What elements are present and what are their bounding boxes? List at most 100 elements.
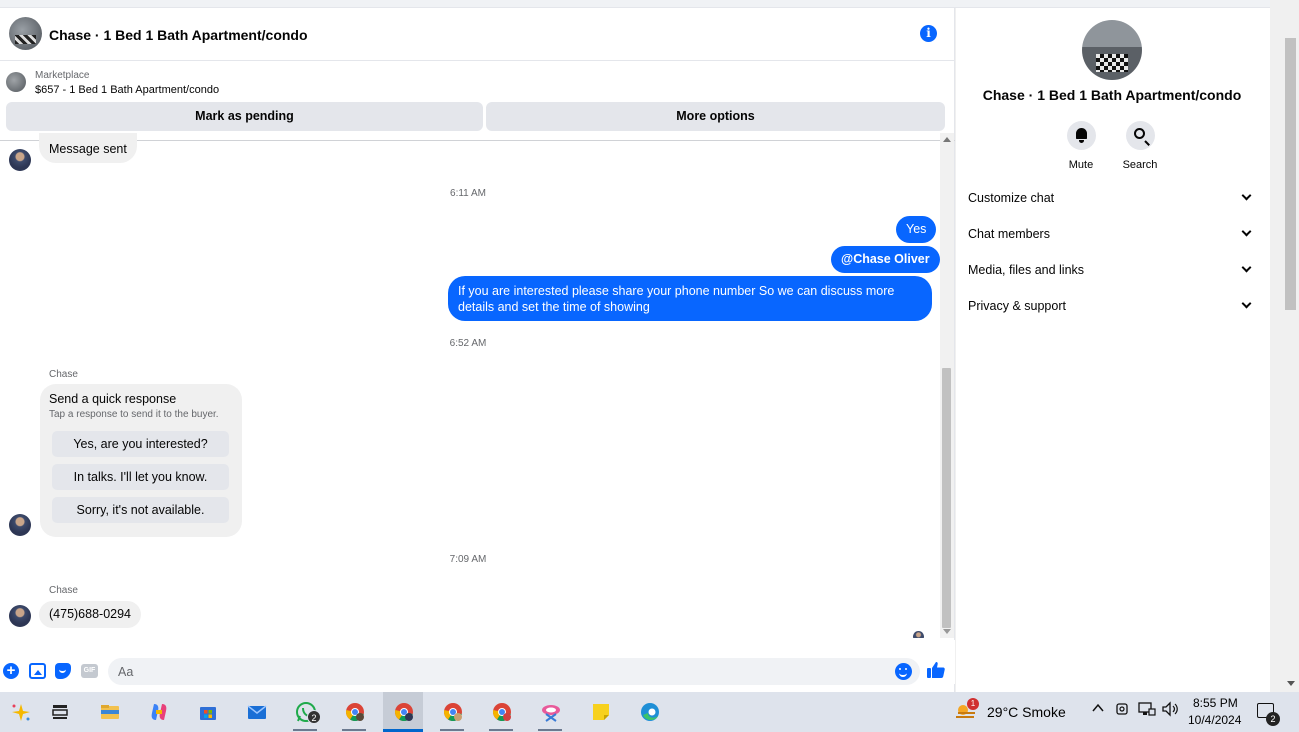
snipping-tool-icon (542, 705, 560, 722)
chevron-down-icon (1241, 262, 1252, 273)
details-avatar[interactable] (1082, 20, 1142, 80)
mark-as-pending-button[interactable]: Mark as pending (6, 102, 483, 131)
timestamp: 7:09 AM (449, 554, 487, 565)
chat-header: Chase · 1 Bed 1 Bath Apartment/condo i (0, 8, 955, 61)
quick-response-option[interactable]: Yes, are you interested? (52, 431, 229, 457)
sender-name: Chase (49, 369, 78, 380)
avatar[interactable] (9, 149, 31, 171)
more-options-button[interactable]: More options (486, 102, 945, 131)
info-icon[interactable]: i (920, 25, 937, 42)
quick-response-title: Send a quick response (49, 392, 177, 406)
notification-badge: 2 (1266, 712, 1280, 726)
section-chat-members[interactable]: Chat members (956, 219, 1268, 251)
marketplace-label: Marketplace (35, 70, 90, 81)
chevron-down-icon (1241, 190, 1252, 201)
mute-button[interactable]: Mute (1051, 121, 1111, 171)
top-strip (0, 0, 1270, 8)
mail-icon (247, 705, 267, 719)
scroll-down-arrow-icon[interactable] (1287, 681, 1295, 686)
avatar[interactable] (9, 514, 31, 536)
thumbs-up-icon[interactable] (926, 660, 946, 680)
message-input[interactable] (108, 658, 920, 685)
bell-icon (1075, 128, 1087, 143)
quick-response-card: Send a quick response Tap a response to … (40, 384, 242, 537)
snipping-tool-button[interactable] (530, 692, 570, 732)
scrollbar-thumb[interactable] (942, 368, 951, 628)
whatsapp-button[interactable]: 2 (285, 692, 325, 732)
volume-icon[interactable] (1161, 701, 1179, 720)
marketplace-listing[interactable]: Marketplace $657 - 1 Bed 1 Bath Apartmen… (0, 61, 955, 101)
chat-details-panel: Chase · 1 Bed 1 Bath Apartment/condo Mut… (956, 8, 1270, 692)
copilot-sparkle-button[interactable] (0, 692, 40, 732)
sticky-notes-button[interactable] (580, 692, 620, 732)
quick-response-option[interactable]: In talks. I'll let you know. (52, 464, 229, 490)
chevron-down-icon (1241, 298, 1252, 309)
clock-date[interactable]: 10/4/2024 (1188, 713, 1241, 727)
message-bubble-outgoing: Yes (896, 216, 937, 243)
section-media-files-links[interactable]: Media, files and links (956, 255, 1268, 287)
section-label: Chat members (968, 227, 1050, 241)
emoji-icon[interactable] (895, 663, 912, 680)
conversation-avatar[interactable] (9, 17, 42, 50)
message-bubble-outgoing: If you are interested please share your … (448, 276, 932, 321)
chrome-profile-2-button[interactable] (383, 692, 423, 732)
sender-name: Chase (49, 585, 78, 596)
folder-icon (101, 705, 119, 719)
camera-icon[interactable] (1115, 701, 1131, 720)
windows-taskbar: 2 1 29°C Smoke 8:55 PM 10/4/2024 2 (0, 692, 1299, 732)
chevron-up-icon[interactable] (1091, 701, 1105, 718)
message-bubble-incoming: Message sent (39, 133, 137, 163)
chrome-profile-4-button[interactable] (481, 692, 521, 732)
mute-label: Mute (1068, 159, 1094, 171)
quick-response-option[interactable]: Sorry, it's not available. (52, 497, 229, 523)
scroll-up-arrow-icon[interactable] (943, 137, 951, 142)
edge-icon (641, 703, 659, 721)
chrome-profile-1-button[interactable] (334, 692, 374, 732)
search-label: Search (1122, 159, 1158, 171)
timestamp: 6:11 AM (450, 188, 486, 199)
listing-thumbnail (6, 72, 26, 92)
file-explorer-button[interactable] (89, 692, 129, 732)
edge-button[interactable] (629, 692, 669, 732)
task-view-button[interactable] (39, 692, 79, 732)
section-privacy-support[interactable]: Privacy & support (956, 291, 1268, 323)
message-list[interactable]: Message sent 6:11 AM Yes @Chase Oliver I… (0, 133, 940, 638)
avatar[interactable] (9, 605, 31, 627)
chrome-icon (443, 703, 462, 722)
read-receipt-avatar (913, 631, 924, 638)
section-label: Media, files and links (968, 263, 1085, 277)
weather-readout[interactable]: 29°C Smoke (987, 704, 1066, 720)
gif-icon[interactable]: GIF (81, 664, 98, 678)
photo-icon[interactable] (29, 663, 46, 679)
messenger-window: Chase · 1 Bed 1 Bath Apartment/condo i M… (0, 0, 1299, 732)
chrome-icon (394, 703, 413, 722)
microsoft-store-button[interactable] (187, 692, 227, 732)
chrome-icon (345, 703, 364, 722)
scroll-down-arrow-icon[interactable] (943, 629, 951, 634)
store-bag-icon (200, 707, 216, 720)
conversation-title[interactable]: Chase · 1 Bed 1 Bath Apartment/condo (49, 27, 308, 43)
chat-scrollbar[interactable] (940, 133, 954, 638)
mail-button[interactable] (236, 692, 276, 732)
copilot-button[interactable] (138, 692, 178, 732)
section-label: Privacy & support (968, 299, 1066, 313)
task-view-icon (52, 705, 68, 719)
search-icon (1133, 128, 1145, 139)
scrollbar-thumb[interactable] (1285, 38, 1296, 310)
sticky-note-icon (593, 704, 609, 720)
message-bubble-incoming[interactable]: (475)688-0294 (39, 601, 142, 628)
page-scrollbar[interactable] (1282, 8, 1299, 692)
copilot-icon (151, 704, 167, 720)
chrome-profile-3-button[interactable] (432, 692, 472, 732)
network-icon[interactable] (1138, 701, 1156, 720)
plus-icon[interactable]: + (3, 663, 19, 679)
sparkle-icon (12, 704, 30, 721)
search-button[interactable]: Search (1110, 121, 1170, 171)
section-customize-chat[interactable]: Customize chat (956, 183, 1268, 215)
clock-time[interactable]: 8:55 PM (1193, 696, 1238, 710)
weather-badge: 1 (967, 698, 979, 710)
timestamp: 6:52 AM (449, 338, 487, 349)
message-bubble-outgoing-mention[interactable]: @Chase Oliver (831, 246, 940, 273)
section-label: Customize chat (968, 191, 1055, 205)
quick-response-subtitle: Tap a response to send it to the buyer. (49, 409, 219, 420)
